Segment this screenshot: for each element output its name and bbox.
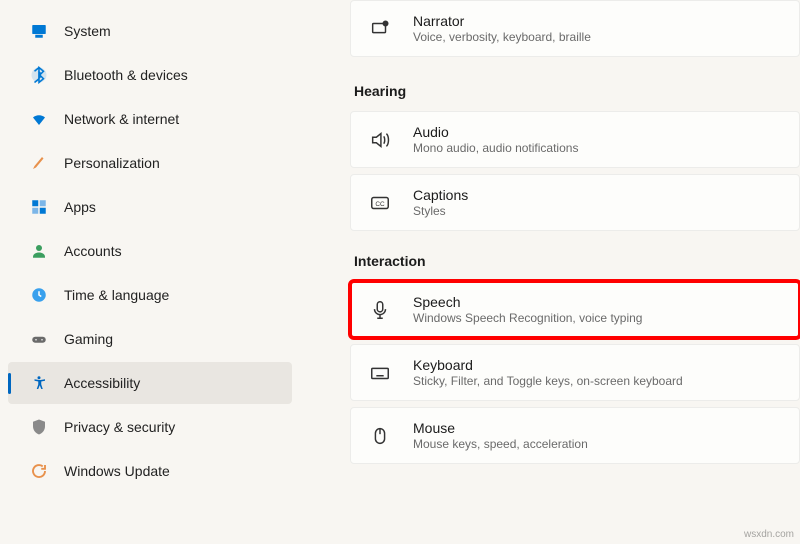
svg-text:CC: CC [375, 201, 385, 208]
setting-keyboard[interactable]: Keyboard Sticky, Filter, and Toggle keys… [350, 344, 800, 401]
card-body: Speech Windows Speech Recognition, voice… [413, 294, 783, 325]
setting-captions[interactable]: CC Captions Styles [350, 174, 800, 231]
monitor-icon [28, 20, 50, 42]
sidebar-item-label: Accounts [64, 243, 122, 259]
setting-desc: Voice, verbosity, keyboard, braille [413, 30, 783, 44]
setting-desc: Sticky, Filter, and Toggle keys, on-scre… [413, 374, 783, 388]
shield-icon [28, 416, 50, 438]
setting-title: Mouse [413, 420, 783, 436]
sidebar-item-label: Time & language [64, 287, 169, 303]
setting-title: Audio [413, 124, 783, 140]
keyboard-icon [367, 360, 393, 386]
setting-desc: Mono audio, audio notifications [413, 141, 783, 155]
sidebar-item-label: Personalization [64, 155, 160, 171]
card-body: Audio Mono audio, audio notifications [413, 124, 783, 155]
sidebar-item-label: Apps [64, 199, 96, 215]
card-body: Captions Styles [413, 187, 783, 218]
person-icon [28, 240, 50, 262]
sidebar-item-network[interactable]: Network & internet [8, 98, 292, 140]
setting-mouse[interactable]: Mouse Mouse keys, speed, acceleration [350, 407, 800, 464]
apps-icon [28, 196, 50, 218]
microphone-icon [367, 297, 393, 323]
setting-title: Narrator [413, 13, 783, 29]
setting-audio[interactable]: Audio Mono audio, audio notifications [350, 111, 800, 168]
sidebar-item-system[interactable]: System [8, 10, 292, 52]
sidebar-item-accessibility[interactable]: Accessibility [8, 362, 292, 404]
card-body: Narrator Voice, verbosity, keyboard, bra… [413, 13, 783, 44]
sidebar-item-apps[interactable]: Apps [8, 186, 292, 228]
setting-speech[interactable]: Speech Windows Speech Recognition, voice… [350, 281, 800, 338]
sidebar-item-personalization[interactable]: Personalization [8, 142, 292, 184]
setting-title: Speech [413, 294, 783, 310]
setting-title: Keyboard [413, 357, 783, 373]
section-header-interaction: Interaction [354, 253, 800, 269]
sidebar-item-gaming[interactable]: Gaming [8, 318, 292, 360]
card-body: Keyboard Sticky, Filter, and Toggle keys… [413, 357, 783, 388]
sidebar-item-time[interactable]: Time & language [8, 274, 292, 316]
main-content: Narrator Voice, verbosity, keyboard, bra… [300, 0, 800, 544]
watermark: wsxdn.com [744, 529, 794, 540]
speaker-icon [367, 127, 393, 153]
sidebar-item-label: Gaming [64, 331, 113, 347]
setting-narrator[interactable]: Narrator Voice, verbosity, keyboard, bra… [350, 0, 800, 57]
gamepad-icon [28, 328, 50, 350]
card-body: Mouse Mouse keys, speed, acceleration [413, 420, 783, 451]
setting-desc: Styles [413, 204, 783, 218]
mouse-icon [367, 423, 393, 449]
sidebar-item-bluetooth[interactable]: Bluetooth & devices [8, 54, 292, 96]
bluetooth-icon [28, 64, 50, 86]
sidebar-item-label: Bluetooth & devices [64, 67, 188, 83]
sidebar: System Bluetooth & devices Network & int… [0, 0, 300, 544]
sidebar-item-label: Privacy & security [64, 419, 175, 435]
sidebar-item-label: Network & internet [64, 111, 179, 127]
update-icon [28, 460, 50, 482]
paintbrush-icon [28, 152, 50, 174]
globe-clock-icon [28, 284, 50, 306]
section-header-hearing: Hearing [354, 83, 800, 99]
setting-desc: Windows Speech Recognition, voice typing [413, 311, 783, 325]
sidebar-item-accounts[interactable]: Accounts [8, 230, 292, 272]
sidebar-item-update[interactable]: Windows Update [8, 450, 292, 492]
sidebar-item-privacy[interactable]: Privacy & security [8, 406, 292, 448]
setting-title: Captions [413, 187, 783, 203]
setting-desc: Mouse keys, speed, acceleration [413, 437, 783, 451]
sidebar-item-label: System [64, 23, 111, 39]
sidebar-item-label: Accessibility [64, 375, 140, 391]
accessibility-icon [28, 372, 50, 394]
cc-icon: CC [367, 190, 393, 216]
sidebar-item-label: Windows Update [64, 463, 170, 479]
narrator-icon [367, 16, 393, 42]
wifi-icon [28, 108, 50, 130]
